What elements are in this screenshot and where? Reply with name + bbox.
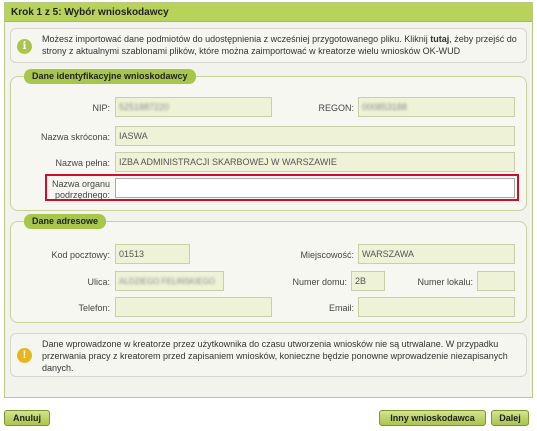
address-section-title: Dane adresowe: [24, 214, 107, 229]
info-icon: i: [17, 39, 32, 54]
apartment-no-field[interactable]: [477, 271, 515, 291]
nip-label: NIP:: [92, 103, 110, 113]
import-info-text: Możesz importować dane podmiotów do udos…: [42, 34, 517, 56]
full-name-field[interactable]: IZBA ADMINISTRACJI SKARBOWEJ W WARSZAWIE: [115, 152, 515, 172]
nip-field[interactable]: 5251887220: [115, 97, 272, 117]
short-name-label: Nazwa skrócona:: [40, 132, 110, 142]
regon-field[interactable]: 000853188: [358, 97, 515, 117]
email-field[interactable]: [358, 297, 515, 317]
street-label: Ulica:: [87, 277, 110, 287]
cancel-button[interactable]: Anuluj: [4, 410, 50, 426]
next-button[interactable]: Dalej: [491, 410, 529, 426]
step-title: Krok 1 z 5: Wybór wnioskodawcy: [5, 3, 532, 22]
city-label: Miejscowość:: [300, 250, 354, 260]
email-label: Email:: [328, 303, 354, 313]
full-name-label: Nazwa pełna:: [55, 158, 110, 168]
postal-code-field[interactable]: 01513: [115, 244, 190, 264]
postal-code-label: Kod pocztowy:: [51, 250, 110, 260]
wizard-panel: Krok 1 z 5: Wybór wnioskodawcy i Możesz …: [4, 2, 533, 398]
house-no-field[interactable]: 2B: [351, 271, 385, 291]
identification-section-title: Dane identyfikacyjne wnioskodawcy: [24, 69, 196, 84]
phone-label: Telefon:: [78, 303, 110, 313]
phone-field[interactable]: [115, 297, 272, 317]
other-applicant-button[interactable]: Inny wnioskodawca: [379, 410, 486, 426]
templates-link[interactable]: tutaj: [430, 34, 449, 44]
apartment-no-label: Numer lokalu:: [417, 277, 473, 287]
data-persistence-warning: ! Dane wprowadzone w kreatorze przez uży…: [10, 333, 527, 377]
street-field[interactable]: ALDZIEGO FELIŃSKIEGO: [115, 271, 224, 291]
warning-icon: !: [17, 348, 32, 363]
regon-label: REGON:: [318, 103, 354, 113]
house-no-label: Numer domu:: [292, 277, 347, 287]
city-field[interactable]: WARSZAWA: [358, 244, 515, 264]
short-name-field[interactable]: IASWA: [115, 126, 515, 146]
import-info-box: i Możesz importować dane podmiotów do ud…: [10, 28, 527, 63]
address-section: Dane adresowe Kod pocztowy: 01513 Miejsc…: [10, 214, 527, 323]
highlight-frame: [45, 174, 519, 201]
warning-text: Dane wprowadzone w kreatorze przez użytk…: [42, 339, 508, 373]
